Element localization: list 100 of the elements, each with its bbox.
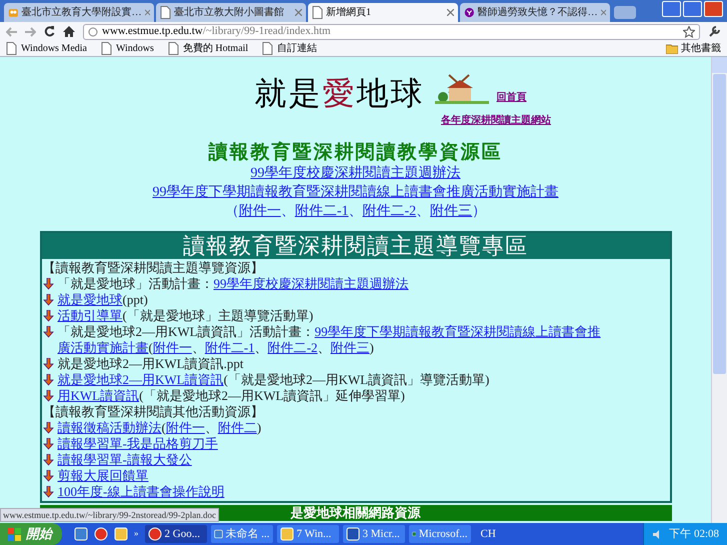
link[interactable]: 99學年度下學期讀報教育暨深耕閱讀線上讀書會推 xyxy=(314,324,601,339)
minimize-button[interactable] xyxy=(662,1,681,17)
bookmark[interactable]: 免費的 Hotmail xyxy=(182,41,248,56)
task-title: Microsof... xyxy=(418,526,468,542)
link[interactable]: 用KWL讀資訊 xyxy=(58,388,140,403)
bracket: ） xyxy=(472,204,486,219)
link[interactable]: 附件二-1 xyxy=(204,340,255,355)
link[interactable]: 活動引導單 xyxy=(58,308,122,323)
globe-icon xyxy=(88,26,98,36)
down-arrow-icon xyxy=(42,294,54,306)
link[interactable]: 附件一 xyxy=(166,420,205,435)
forward-icon[interactable] xyxy=(25,26,36,36)
home-icon[interactable] xyxy=(63,26,75,37)
close-button[interactable] xyxy=(704,1,723,17)
close-icon[interactable] xyxy=(600,9,606,16)
link[interactable]: 讀報徵稿活動辦法 xyxy=(58,420,162,435)
link[interactable]: 附件一 xyxy=(152,340,192,355)
taskbar-button[interactable]: 7 Win... xyxy=(276,525,338,543)
start-button[interactable]: 開始 xyxy=(0,523,62,545)
attachment-link[interactable]: 附件一 xyxy=(238,204,281,219)
attachment-link[interactable]: 附件三 xyxy=(430,204,472,219)
link[interactable]: 附件二 xyxy=(218,420,257,435)
bookmark[interactable]: 自訂連結 xyxy=(277,41,318,56)
task-title: 7 Win... xyxy=(296,526,332,542)
star-icon[interactable] xyxy=(683,26,695,38)
browser-tab[interactable]: 新增網頁1 xyxy=(308,3,458,22)
down-arrow-icon xyxy=(42,390,54,402)
entry-text: ( xyxy=(148,340,153,355)
bookmark[interactable]: Windows Media xyxy=(21,41,87,56)
page-icon xyxy=(312,6,323,19)
link[interactable]: 剪報大展回饋單 xyxy=(58,468,148,483)
windows-flag-icon xyxy=(8,528,22,540)
browser-tab[interactable]: 醫師過勞致失憶？不認得… xyxy=(460,3,610,22)
taskbar-button[interactable]: 2 Goo... xyxy=(144,525,206,543)
link[interactable]: 99學年度校慶深耕閱讀主題週辦法 xyxy=(214,276,408,291)
reload-icon[interactable] xyxy=(44,26,55,37)
page-title: 就是愛地球 xyxy=(254,75,424,111)
link[interactable]: 99學年度下學期讀報教育暨深耕閱讀線上讀書會推廣活動實施計畫 xyxy=(152,183,558,202)
link[interactable]: 99學年度校慶深耕閱讀主題週辦法 xyxy=(250,164,460,183)
entry-text: 、 xyxy=(192,340,205,355)
link[interactable]: 廣活動實施計畫 xyxy=(58,340,148,355)
down-arrow-icon xyxy=(42,470,54,482)
y-logo-icon xyxy=(464,6,475,19)
language-indicator[interactable]: CH xyxy=(480,526,496,542)
task-title: 2 Goo... xyxy=(164,526,200,542)
link[interactable]: 讀報學習單-讀報大發公 xyxy=(58,452,192,467)
close-icon[interactable] xyxy=(295,9,302,16)
taskbar-button[interactable]: Microsof... xyxy=(408,525,470,543)
tab-title: 新增網頁1 xyxy=(326,6,372,20)
close-icon[interactable] xyxy=(144,9,150,16)
address-bar[interactable]: www.estmue.tp.edu.tw/~library/99-1read/index.htm xyxy=(83,24,700,40)
entry-text: 、 xyxy=(254,340,268,355)
tab-title: 臺北市立教大附小圖書館 xyxy=(174,6,285,20)
entry-text: 「就是愛地球2—用KWL讀資訊」活動計畫： xyxy=(58,324,315,339)
separator: 、 xyxy=(348,204,362,219)
separator: 、 xyxy=(416,204,430,219)
entry-text: 、 xyxy=(318,340,331,355)
browser-tab[interactable]: 臺北市立教育大學附設實… xyxy=(4,3,154,22)
link[interactable]: 讀報學習單-我是品格剪刀手 xyxy=(58,436,218,451)
link[interactable]: 100年度-線上讀書會操作說明 xyxy=(58,484,224,499)
more-arrows[interactable]: » xyxy=(134,527,138,541)
separator: 、 xyxy=(280,204,295,219)
start-label: 開始 xyxy=(26,525,52,544)
attachment-link[interactable]: 附件二-2 xyxy=(362,204,416,219)
wrench-icon[interactable] xyxy=(708,25,721,38)
group-heading: 【讀報教育暨深耕閱讀主題導覽資源】 xyxy=(42,260,264,276)
sites-link[interactable]: 各年度深耕閱讀主題網站 xyxy=(441,113,551,128)
down-arrow-icon xyxy=(42,374,54,386)
tab-title: 臺北市立教育大學附設實… xyxy=(22,6,142,20)
link[interactable]: 就是愛地球2—用KWL讀資訊 xyxy=(58,372,224,387)
url-path: /~library/99-1read/index.htm xyxy=(202,24,331,40)
browser-tab[interactable]: 臺北市立教大附小圖書館 xyxy=(156,3,306,22)
home-link[interactable]: 回首頁 xyxy=(496,90,526,105)
task-title: 3 Micr... xyxy=(362,526,400,542)
link[interactable]: 附件三 xyxy=(330,340,370,355)
bookmark-folder[interactable]: 其他書籤 xyxy=(681,41,721,56)
entry-text: 「就是愛地球」活動計畫： xyxy=(58,276,214,291)
panel-title: 讀報教育暨深耕閱讀主題導覽專區 xyxy=(42,233,670,259)
link[interactable]: 就是愛地球 xyxy=(58,292,122,307)
scrollbar[interactable] xyxy=(711,57,727,523)
down-arrow-icon xyxy=(42,326,54,338)
url-host: www.estmue.tp.edu.tw xyxy=(102,24,203,40)
down-arrow-icon xyxy=(42,486,54,498)
bookmark[interactable]: Windows xyxy=(116,41,154,56)
back-icon[interactable] xyxy=(6,26,17,36)
down-arrow-icon xyxy=(42,310,54,322)
attachment-link[interactable]: 附件二-1 xyxy=(294,204,348,219)
task-title: 未命名 ... xyxy=(226,526,270,542)
taskbar-button[interactable]: 未命名 ... xyxy=(210,525,272,543)
clock: 下午 02:08 xyxy=(669,526,719,542)
entry-text: 、 xyxy=(204,420,218,435)
maximize-button[interactable] xyxy=(683,1,702,17)
close-icon[interactable] xyxy=(447,9,454,16)
link[interactable]: 附件二-2 xyxy=(268,340,318,355)
entry-text: ( xyxy=(162,420,166,435)
group-heading: 【讀報教育暨深耕閱讀其他活動資源】 xyxy=(42,404,264,420)
tab-title: 醫師過勞致失憶？不認得… xyxy=(478,6,598,20)
entry-text: (「就是愛地球2—用KWL讀資訊」導覽活動單) xyxy=(224,372,490,387)
taskbar-button[interactable]: 3 Micr... xyxy=(342,525,404,543)
down-arrow-icon xyxy=(42,422,54,434)
